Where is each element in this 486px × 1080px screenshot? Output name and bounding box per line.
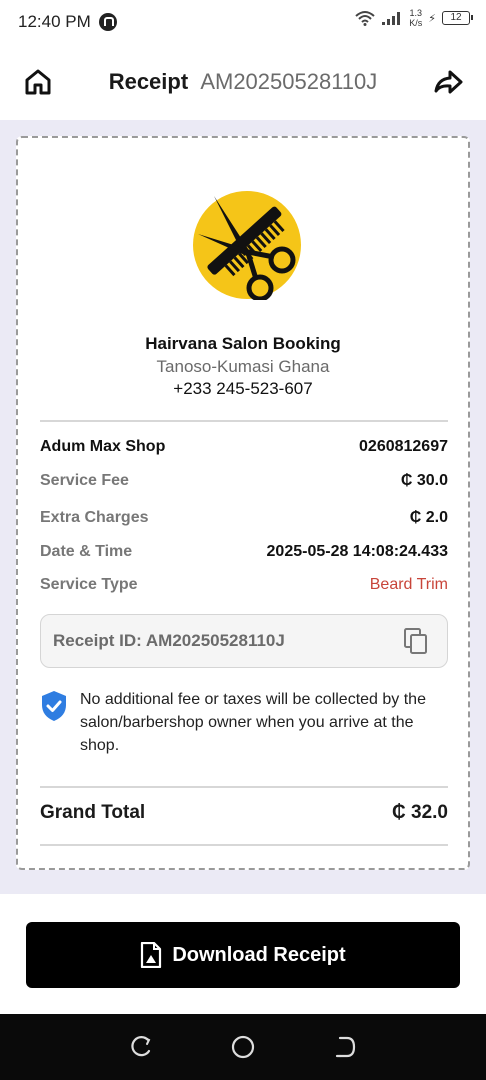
service-fee-value: ₵ 30.0 — [400, 472, 448, 489]
service-type-value: Beard Trim — [369, 576, 448, 593]
recent-apps-icon[interactable] — [128, 1034, 154, 1060]
service-fee-row: Service Fee ₵ 30.0 — [40, 472, 448, 490]
status-bar: 12:40 PM 1.3 K/s ⚡ 12 — [0, 0, 486, 44]
status-indicators: 1.3 K/s ⚡ 12 — [355, 8, 473, 28]
home-nav-icon[interactable] — [230, 1034, 256, 1060]
extra-charges-value: ₵ 2.0 — [409, 509, 448, 526]
datetime-row: Date & Time 2025-05-28 14:08:24.433 — [40, 543, 448, 561]
home-icon[interactable] — [22, 66, 54, 98]
grand-total-label: Grand Total — [40, 802, 146, 823]
copy-icon[interactable] — [403, 627, 429, 655]
charging-icon: ⚡ — [428, 11, 436, 25]
divider — [40, 844, 448, 846]
divider — [40, 420, 448, 422]
back-nav-icon[interactable] — [332, 1034, 358, 1060]
salon-name: Hairvana Salon Booking — [145, 334, 341, 353]
share-icon[interactable] — [432, 66, 464, 98]
download-receipt-label: Download Receipt — [172, 943, 346, 966]
salon-location: Tanoso-Kumasi Ghana — [156, 357, 330, 376]
app-header: Receipt AM20250528110J — [0, 44, 486, 120]
shop-name: Adum Max Shop — [40, 438, 166, 455]
speed-unit: K/s — [409, 18, 423, 28]
notice-text: No additional fee or taxes will be colle… — [80, 691, 426, 754]
extra-charges-label: Extra Charges — [40, 509, 149, 526]
document-icon — [141, 942, 162, 968]
page-title-label: Receipt — [108, 69, 189, 94]
grand-total-row: Grand Total ₵ 32.0 — [40, 802, 448, 824]
network-speed: 1.3 K/s — [409, 8, 422, 28]
service-type-label: Service Type — [40, 576, 138, 593]
receipt-card: Hairvana Salon Booking Tanoso-Kumasi Gha… — [16, 136, 470, 870]
datetime-value: 2025-05-28 14:08:24.433 — [266, 543, 448, 560]
page-title: Receipt AM20250528110J — [109, 69, 378, 95]
download-receipt-button[interactable]: Download Receipt — [26, 922, 460, 988]
service-fee-label: Service Fee — [40, 472, 129, 489]
shop-row: Adum Max Shop 0260812697 — [40, 438, 448, 456]
wifi-icon — [355, 11, 375, 26]
grand-total-value: ₵ 32.0 — [392, 802, 448, 823]
divider — [40, 786, 448, 788]
datetime-label: Date & Time — [40, 543, 133, 560]
shop-number: 0260812697 — [359, 438, 448, 455]
content-background: Hairvana Salon Booking Tanoso-Kumasi Gha… — [0, 120, 486, 894]
notification-app-icon — [98, 13, 117, 31]
status-time: 12:40 PM — [18, 12, 91, 31]
signal-icon — [382, 12, 401, 25]
receipt-id-text: Receipt ID: AM20250528110J — [53, 631, 285, 650]
fee-notice: No additional fee or taxes will be colle… — [40, 688, 448, 757]
shield-check-icon — [42, 691, 66, 721]
salon-logo — [193, 191, 301, 300]
system-nav-bar — [0, 1014, 486, 1080]
page-title-code: AM20250528110J — [200, 69, 378, 94]
extra-charges-row: Extra Charges ₵ 2.0 — [40, 509, 448, 527]
battery-level: 12 — [442, 11, 473, 25]
speed-value: 1.3 — [409, 8, 423, 18]
salon-phone: +233 245-523-607 — [173, 379, 313, 398]
service-type-row: Service Type Beard Trim — [40, 576, 448, 594]
receipt-id-box: Receipt ID: AM20250528110J — [40, 614, 448, 668]
